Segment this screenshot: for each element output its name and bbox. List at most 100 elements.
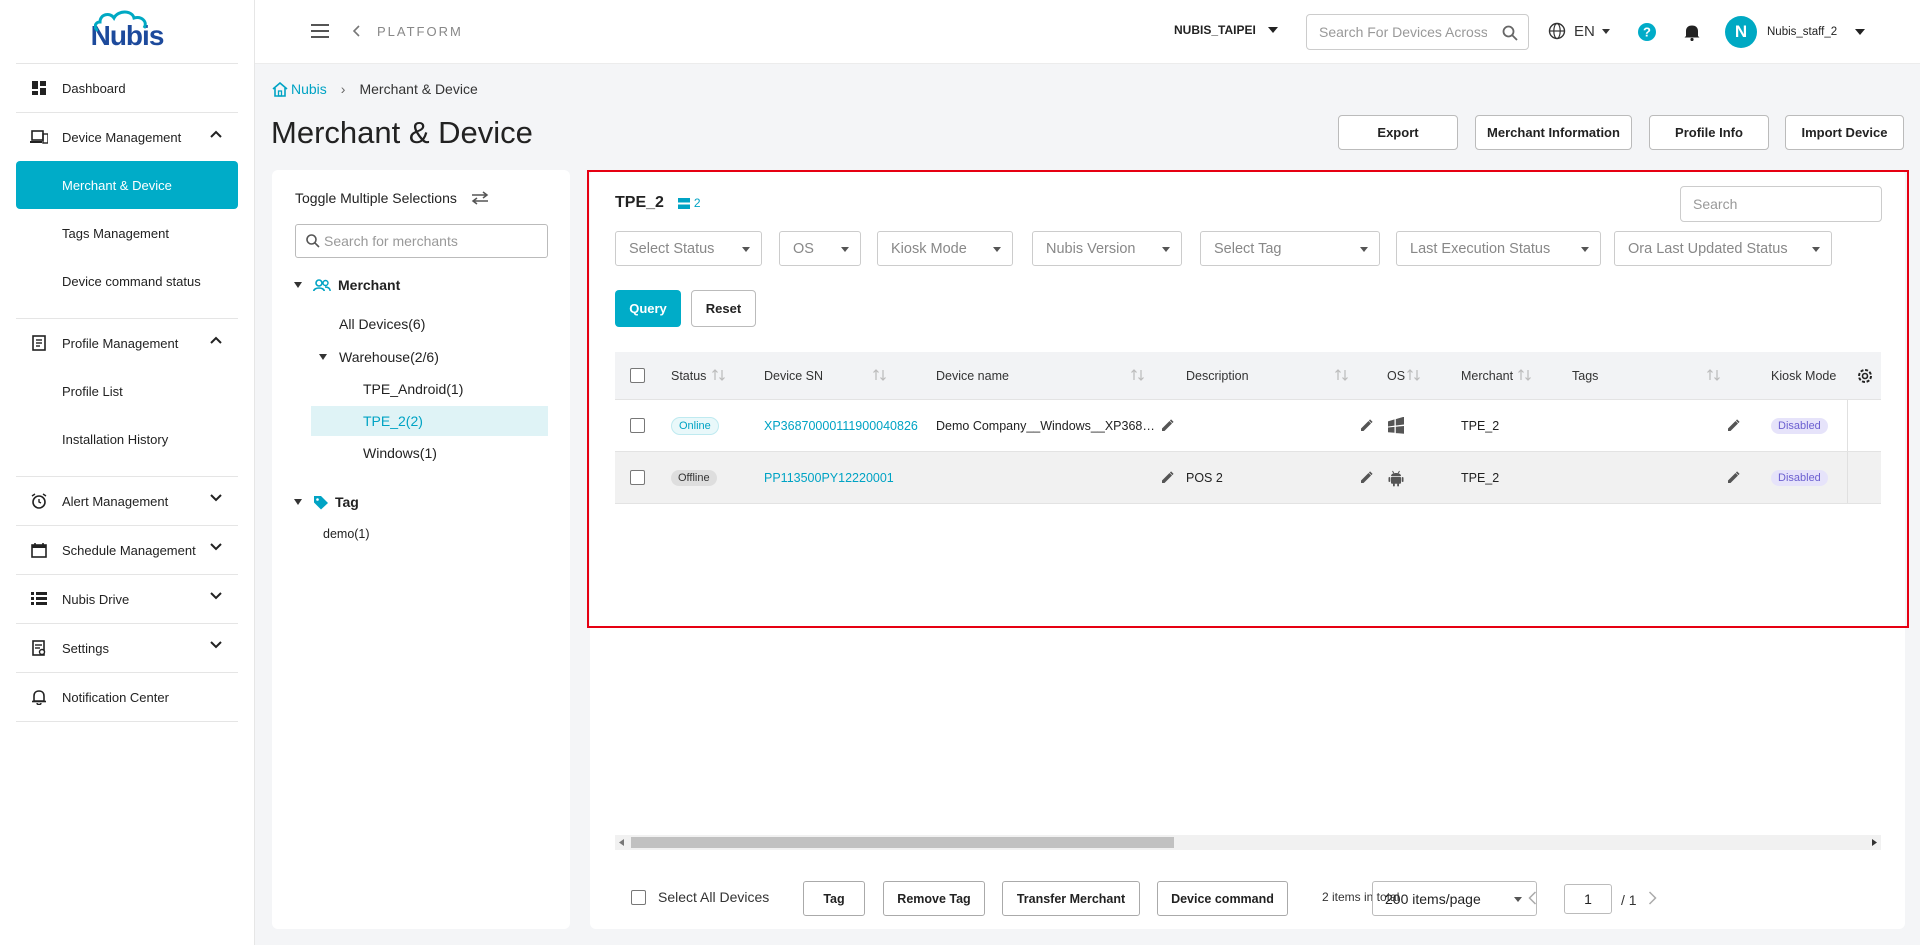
nubis-logo[interactable]: Nubis bbox=[16, 0, 238, 64]
column-merchant[interactable]: Merchant bbox=[1461, 352, 1513, 399]
nav-profile-management[interactable]: Profile Management bbox=[16, 319, 238, 367]
description-cell: POS 2 bbox=[1186, 470, 1223, 485]
edit-tags-icon[interactable] bbox=[1727, 452, 1740, 503]
tag-item[interactable]: demo(1) bbox=[323, 519, 370, 549]
tree-windows[interactable]: Windows(1) bbox=[363, 438, 437, 468]
table-row[interactable]: Online XP36870000111900040826 Demo Compa… bbox=[615, 400, 1881, 452]
edit-description-icon[interactable] bbox=[1360, 400, 1373, 451]
scroll-left-icon[interactable] bbox=[619, 839, 625, 846]
toggle-multiple-selections[interactable]: Toggle Multiple Selections bbox=[295, 190, 489, 206]
tree-all-devices[interactable]: All Devices(6) bbox=[339, 309, 425, 339]
column-settings[interactable] bbox=[1847, 352, 1881, 399]
sort-icon[interactable] bbox=[1707, 369, 1721, 381]
nav-tags-management[interactable]: Tags Management bbox=[16, 209, 238, 257]
merchant-search[interactable] bbox=[295, 224, 548, 258]
user-menu[interactable]: N Nubis_staff_2 bbox=[1725, 16, 1866, 48]
sort-icon[interactable] bbox=[1407, 369, 1421, 381]
edit-name-icon[interactable] bbox=[1161, 452, 1174, 503]
tree-tpe-android[interactable]: TPE_Android(1) bbox=[363, 374, 463, 404]
sort-icon[interactable] bbox=[873, 369, 887, 381]
reset-button[interactable]: Reset bbox=[691, 290, 756, 327]
nav-notification-center[interactable]: Notification Center bbox=[16, 673, 238, 721]
tree-warehouse[interactable]: Warehouse(2/6) bbox=[319, 342, 439, 372]
select-all-devices[interactable]: Select All Devices bbox=[631, 889, 769, 905]
remove-tag-button[interactable]: Remove Tag bbox=[883, 881, 985, 916]
nav-label: Installation History bbox=[62, 431, 169, 447]
column-os[interactable]: OS bbox=[1387, 352, 1405, 399]
tag-node[interactable]: Tag bbox=[294, 487, 359, 517]
tenant-selector[interactable]: NUBIS_TAIPEI bbox=[1174, 23, 1278, 37]
help-icon[interactable]: ? bbox=[1638, 23, 1656, 41]
search-icon[interactable] bbox=[1502, 25, 1518, 41]
filter-ora-last-updated[interactable]: Ora Last Updated Status bbox=[1614, 231, 1832, 266]
select-all-checkbox[interactable] bbox=[631, 889, 646, 905]
merchant-search-input[interactable] bbox=[324, 233, 544, 249]
edit-description-icon[interactable] bbox=[1360, 452, 1373, 503]
device-sn-link[interactable]: PP113500PY12220001 bbox=[764, 452, 894, 503]
sort-icon[interactable] bbox=[1335, 369, 1349, 381]
edit-name-icon[interactable] bbox=[1161, 400, 1174, 451]
transfer-merchant-button[interactable]: Transfer Merchant bbox=[1002, 881, 1140, 916]
global-search[interactable] bbox=[1306, 14, 1529, 50]
tree-tpe-2[interactable]: TPE_2(2) bbox=[311, 406, 548, 436]
device-command-button[interactable]: Device command bbox=[1157, 881, 1288, 916]
filter-os[interactable]: OS bbox=[779, 231, 861, 266]
nav-nubis-drive[interactable]: Nubis Drive bbox=[16, 575, 238, 623]
filter-status[interactable]: Select Status bbox=[615, 231, 762, 266]
sort-icon[interactable] bbox=[1518, 369, 1532, 381]
sort-icon[interactable] bbox=[712, 369, 726, 381]
horizontal-scrollbar[interactable] bbox=[615, 835, 1881, 850]
scrollbar-thumb[interactable] bbox=[631, 837, 1174, 848]
export-button[interactable]: Export bbox=[1338, 115, 1458, 150]
device-search-input[interactable] bbox=[1681, 187, 1881, 221]
page-input[interactable]: 1 bbox=[1564, 884, 1612, 914]
chevron-down-icon bbox=[210, 494, 222, 502]
swap-icon[interactable] bbox=[471, 191, 489, 205]
sort-icon[interactable] bbox=[1131, 369, 1145, 381]
nav-merchant-device[interactable]: Merchant & Device bbox=[16, 161, 238, 209]
profile-info-button[interactable]: Profile Info bbox=[1649, 115, 1769, 150]
nav-device-command-status[interactable]: Device command status bbox=[16, 257, 238, 305]
column-description[interactable]: Description bbox=[1186, 352, 1249, 399]
tag-button[interactable]: Tag bbox=[803, 881, 865, 916]
page-size-select[interactable]: 200 items/page bbox=[1372, 881, 1537, 916]
nav-settings[interactable]: Settings bbox=[16, 624, 238, 672]
prev-page-icon[interactable] bbox=[1528, 891, 1537, 905]
nav-installation-history[interactable]: Installation History bbox=[16, 415, 238, 463]
filter-kiosk-mode[interactable]: Kiosk Mode bbox=[877, 231, 1013, 266]
import-device-button[interactable]: Import Device bbox=[1785, 115, 1904, 150]
nav-dashboard[interactable]: Dashboard bbox=[16, 64, 238, 112]
nav-alert-management[interactable]: Alert Management bbox=[16, 477, 238, 525]
merchant-information-button[interactable]: Merchant Information bbox=[1475, 115, 1632, 150]
select-all-rows-checkbox[interactable] bbox=[630, 352, 645, 399]
nav-device-management[interactable]: Device Management bbox=[16, 113, 238, 161]
menu-icon[interactable] bbox=[311, 24, 329, 38]
column-device-name[interactable]: Device name bbox=[936, 352, 1009, 399]
row-checkbox[interactable] bbox=[630, 400, 645, 451]
device-sn-link[interactable]: XP36870000111900040826 bbox=[764, 400, 918, 451]
column-tags[interactable]: Tags bbox=[1572, 352, 1598, 399]
row-checkbox[interactable] bbox=[630, 452, 645, 503]
filter-last-execution-status[interactable]: Last Execution Status bbox=[1396, 231, 1601, 266]
table-row[interactable]: Offline PP113500PY12220001 POS 2 TPE_2 D… bbox=[615, 452, 1881, 504]
edit-tags-icon[interactable] bbox=[1727, 400, 1740, 451]
column-status[interactable]: Status bbox=[671, 352, 706, 399]
global-search-input[interactable] bbox=[1307, 15, 1487, 49]
query-button[interactable]: Query bbox=[615, 290, 681, 327]
column-kiosk-mode[interactable]: Kiosk Mode bbox=[1771, 352, 1836, 399]
breadcrumb-home[interactable]: Nubis bbox=[272, 81, 327, 97]
filter-tag[interactable]: Select Tag bbox=[1200, 231, 1380, 266]
filter-nubis-version[interactable]: Nubis Version bbox=[1032, 231, 1182, 266]
column-label: OS bbox=[1387, 368, 1406, 383]
next-page-icon[interactable] bbox=[1648, 891, 1657, 905]
notification-bell-icon[interactable] bbox=[1684, 23, 1700, 41]
scroll-right-icon[interactable] bbox=[1871, 839, 1877, 846]
nav-profile-list[interactable]: Profile List bbox=[16, 367, 238, 415]
nav-schedule-management[interactable]: Schedule Management bbox=[16, 526, 238, 574]
device-search[interactable] bbox=[1680, 186, 1882, 222]
language-selector[interactable]: EN bbox=[1548, 22, 1610, 40]
gear-icon[interactable] bbox=[1856, 367, 1874, 385]
merchant-node[interactable]: Merchant bbox=[294, 270, 400, 300]
column-device-sn[interactable]: Device SN bbox=[764, 352, 823, 399]
back-icon[interactable] bbox=[353, 25, 361, 37]
